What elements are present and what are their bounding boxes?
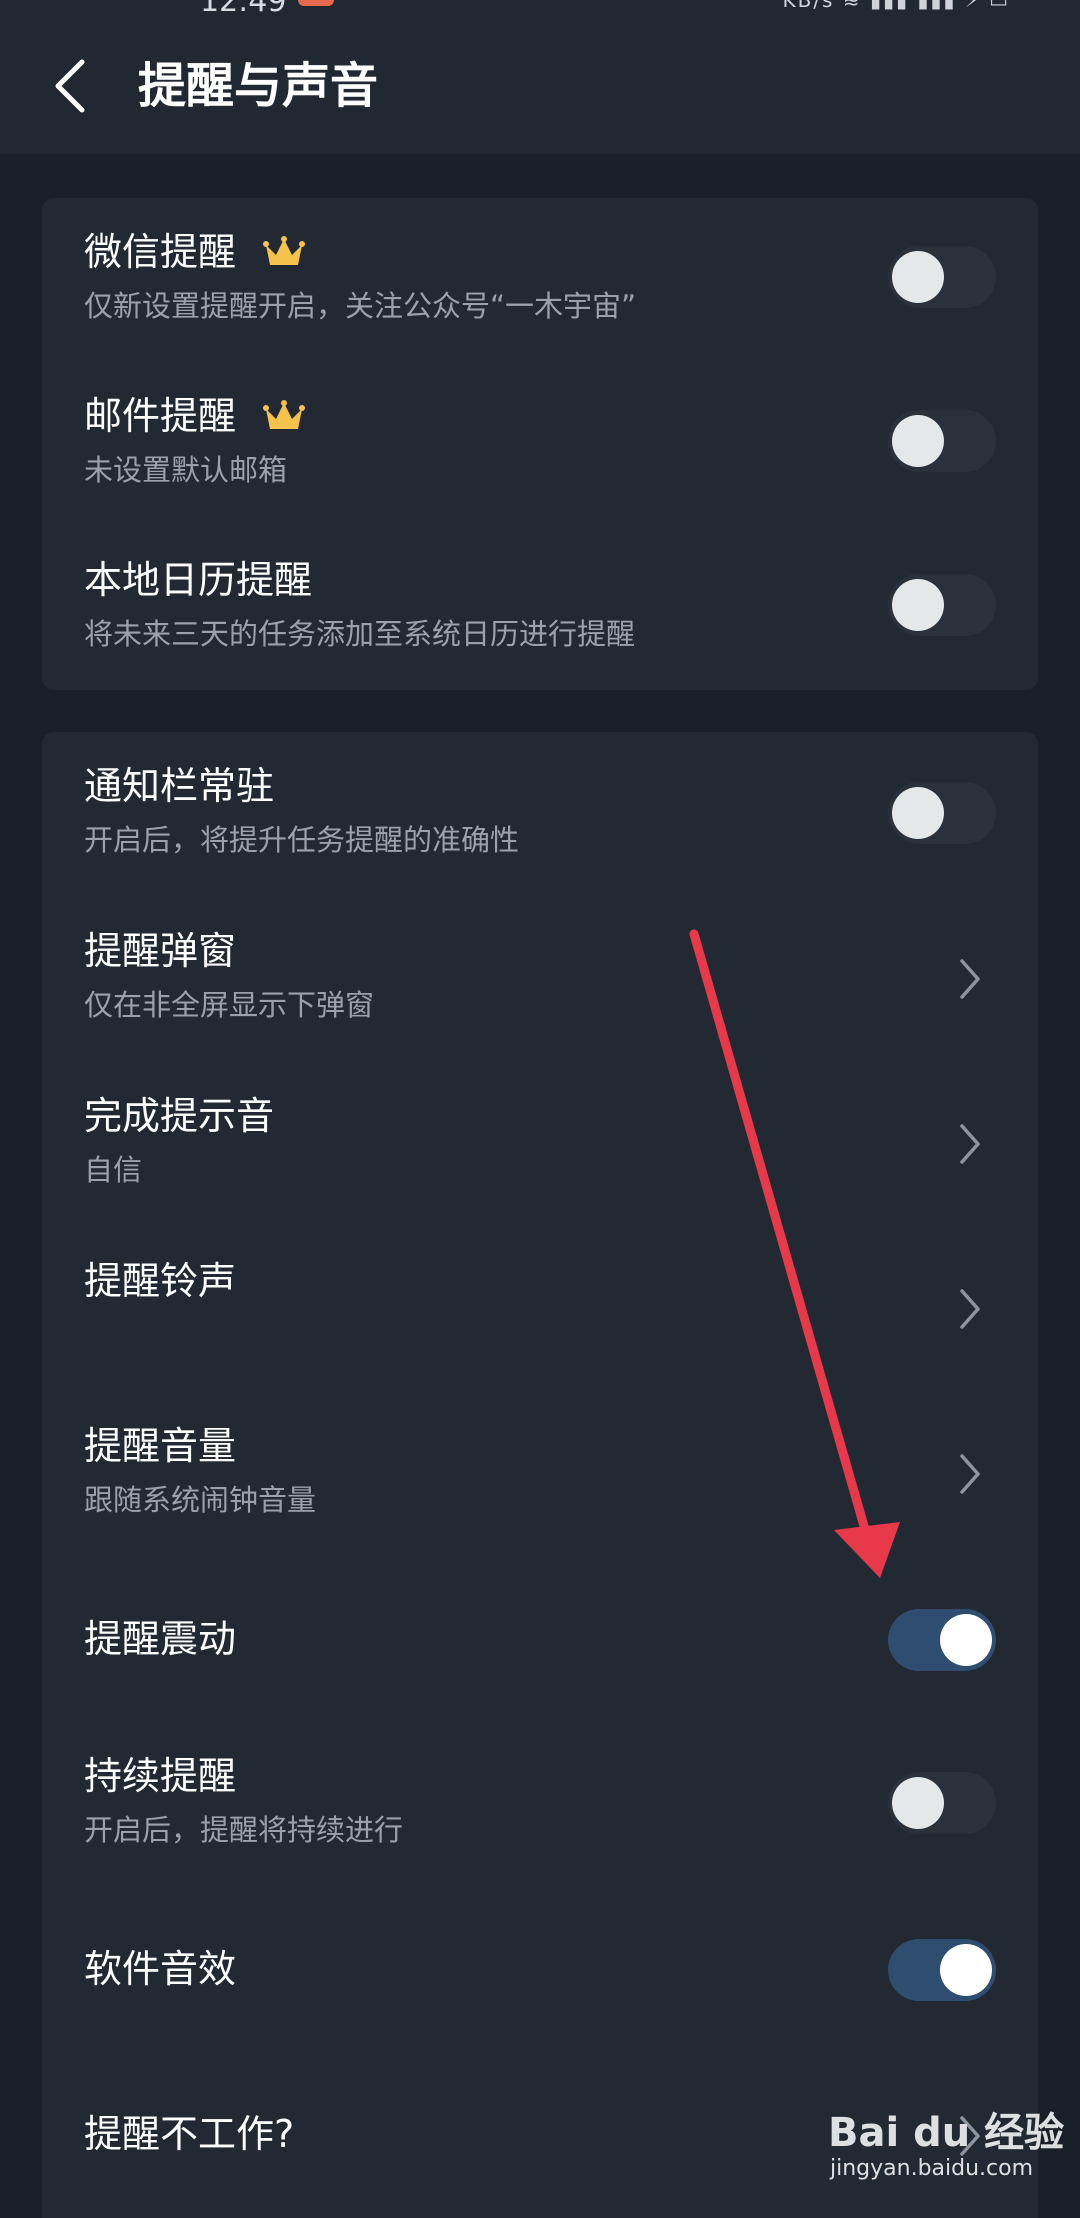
app-bar: 12:49 KB/s ≋ ▮▮▮ ▮▮▮ ⚡ ▭ 提醒与声音 xyxy=(0,0,1080,154)
row-subtitle: 跟随系统闹钟音量 xyxy=(84,1483,317,1517)
calendar-reminder-toggle[interactable] xyxy=(888,574,996,636)
row-title-group: 邮件提醒 xyxy=(84,392,306,440)
status-icons: KB/s ≋ ▮▮▮ ▮▮▮ ⚡ ▭ xyxy=(782,0,1010,12)
row-title: 邮件提醒 xyxy=(84,394,237,438)
persistent-notification-toggle[interactable] xyxy=(888,782,996,844)
reminder-popup-row[interactable]: 提醒弹窗 仅在非全屏显示下弹窗 xyxy=(42,897,1038,1062)
persistent-notification-row[interactable]: 通知栏常驻 开启后，将提升任务提醒的准确性 xyxy=(42,732,1038,897)
toggle-knob xyxy=(892,579,944,631)
toggle-knob xyxy=(892,251,944,303)
notification-settings-card: 通知栏常驻 开启后，将提升任务提醒的准确性 提醒弹窗 仅在非全屏显示下弹窗 完成… xyxy=(42,732,1038,2218)
row-subtitle: 自信 xyxy=(84,1153,143,1187)
page-title: 提醒与声音 xyxy=(138,58,379,114)
row-title: 提醒铃声 xyxy=(84,1259,237,1303)
row-title: 提醒音量 xyxy=(84,1424,237,1468)
toggle-knob xyxy=(892,415,944,467)
row-title: 本地日历提醒 xyxy=(84,558,313,602)
row-title: 软件音效 xyxy=(84,1947,237,1991)
vibration-toggle[interactable] xyxy=(888,1609,996,1671)
status-time: 12:49 xyxy=(200,0,287,19)
settings-page: 12:49 KB/s ≋ ▮▮▮ ▮▮▮ ⚡ ▭ 提醒与声音 微信提醒 仅新设置… xyxy=(0,0,1080,2218)
vibration-row[interactable]: 提醒震动 xyxy=(42,1557,1038,1722)
continuous-reminder-row[interactable]: 持续提醒 开启后，提醒将持续进行 xyxy=(42,1722,1038,1887)
row-subtitle: 仅在非全屏显示下弹窗 xyxy=(84,988,375,1022)
chevron-right-icon xyxy=(960,1454,980,1494)
app-sound-effects-row[interactable]: 软件音效 xyxy=(42,1887,1038,2052)
row-title-group: 微信提醒 xyxy=(84,228,306,276)
row-title: 提醒弹窗 xyxy=(84,929,237,973)
watermark-main: Bai du 经验 xyxy=(828,2110,1065,2156)
chevron-right-icon xyxy=(960,1289,980,1329)
crown-icon xyxy=(263,236,306,265)
row-title: 通知栏常驻 xyxy=(84,764,275,808)
row-title: 提醒震动 xyxy=(84,1617,237,1661)
toggle-knob xyxy=(892,1777,944,1829)
crown-icon xyxy=(263,400,306,429)
chevron-right-icon xyxy=(960,959,980,999)
notification-badge-icon xyxy=(298,0,334,6)
reminder-channels-card: 微信提醒 仅新设置提醒开启，关注公众号“一木宇宙” 邮件提醒 未设置默认邮箱 本… xyxy=(42,198,1038,690)
completion-sound-row[interactable]: 完成提示音 自信 xyxy=(42,1062,1038,1227)
row-subtitle: 未设置默认邮箱 xyxy=(84,453,288,487)
baidu-watermark: Bai du 经验 jingyan.baidu.com xyxy=(828,2100,1064,2192)
row-title: 完成提示音 xyxy=(84,1094,275,1138)
row-title: 提醒不工作? xyxy=(84,2112,295,2156)
watermark-url: jingyan.baidu.com xyxy=(830,2156,1034,2181)
volume-row[interactable]: 提醒音量 跟随系统闹钟音量 xyxy=(42,1392,1038,1557)
ringtone-row[interactable]: 提醒铃声 xyxy=(42,1227,1038,1392)
row-subtitle: 开启后，将提升任务提醒的准确性 xyxy=(84,823,520,857)
email-reminder-toggle[interactable] xyxy=(888,410,996,472)
toggle-knob xyxy=(940,1614,992,1666)
wechat-reminder-toggle[interactable] xyxy=(888,246,996,308)
chevron-right-icon xyxy=(960,1124,980,1164)
app-sound-effects-toggle[interactable] xyxy=(888,1939,996,2001)
calendar-reminder-row[interactable]: 本地日历提醒 将未来三天的任务添加至系统日历进行提醒 xyxy=(42,526,1038,690)
continuous-reminder-toggle[interactable] xyxy=(888,1772,996,1834)
row-title: 持续提醒 xyxy=(84,1754,237,1798)
email-reminder-row[interactable]: 邮件提醒 未设置默认邮箱 xyxy=(42,362,1038,526)
wechat-reminder-row[interactable]: 微信提醒 仅新设置提醒开启，关注公众号“一木宇宙” xyxy=(42,198,1038,362)
row-subtitle: 仅新设置提醒开启，关注公众号“一木宇宙” xyxy=(84,289,637,323)
back-arrow-icon[interactable] xyxy=(48,56,96,116)
toggle-knob xyxy=(892,787,944,839)
row-subtitle: 将未来三天的任务添加至系统日历进行提醒 xyxy=(84,617,636,651)
row-title: 微信提醒 xyxy=(84,230,237,274)
row-subtitle: 开启后，提醒将持续进行 xyxy=(84,1813,404,1847)
toggle-knob xyxy=(940,1944,992,1996)
